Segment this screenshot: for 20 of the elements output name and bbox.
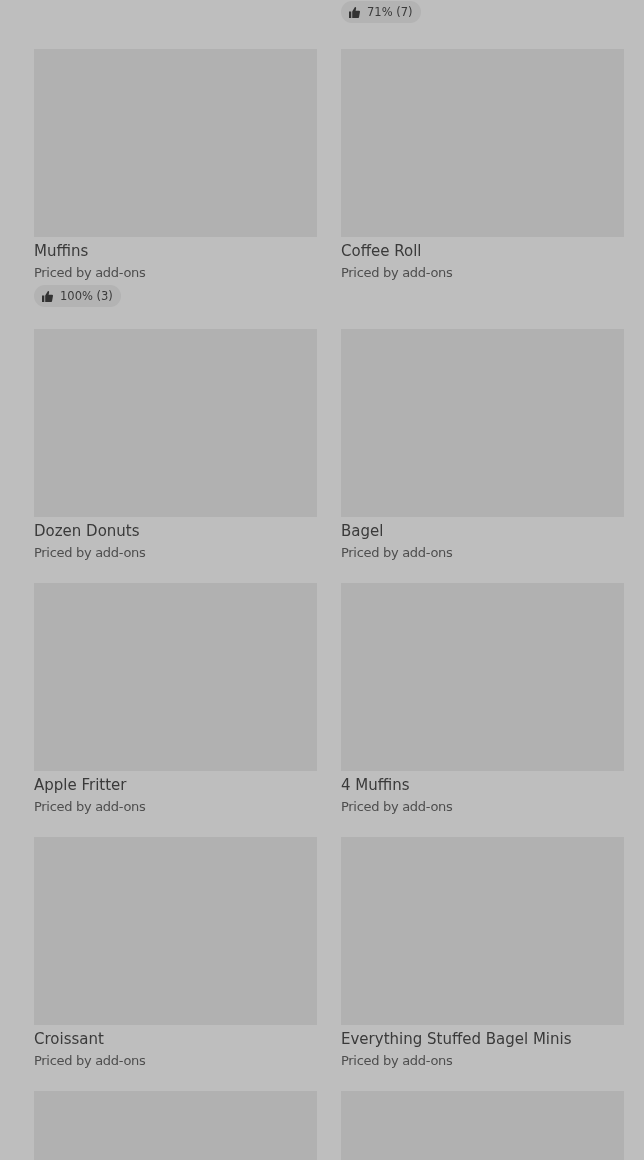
rating-badge: 100% (3) [34, 285, 121, 307]
product-name[interactable]: Apple Fritter [34, 776, 127, 794]
price-note: Priced by add-ons [341, 798, 453, 815]
product-name[interactable]: Bagel [341, 522, 384, 540]
product-name[interactable]: Croissant [34, 1030, 104, 1048]
price-note: Priced by add-ons [34, 1052, 146, 1069]
product-name[interactable]: Muffins [34, 242, 89, 260]
product-name[interactable]: Everything Stuffed Bagel Minis [341, 1030, 572, 1048]
product-name[interactable]: Coffee Roll [341, 242, 422, 260]
product-name[interactable]: 4 Muffins [341, 776, 410, 794]
rating-badge: 71% (7) [341, 1, 421, 23]
thumbs-up-icon [349, 6, 360, 18]
thumbs-up-icon [42, 290, 53, 302]
price-note: Priced by add-ons [341, 544, 453, 561]
price-note: Priced by add-ons [341, 264, 453, 281]
price-note: Priced by add-ons [34, 798, 146, 815]
price-note: Priced by add-ons [34, 264, 146, 281]
price-note: Priced by add-ons [341, 1052, 453, 1069]
price-note: Priced by add-ons [34, 544, 146, 561]
product-name[interactable]: Dozen Donuts [34, 522, 140, 540]
